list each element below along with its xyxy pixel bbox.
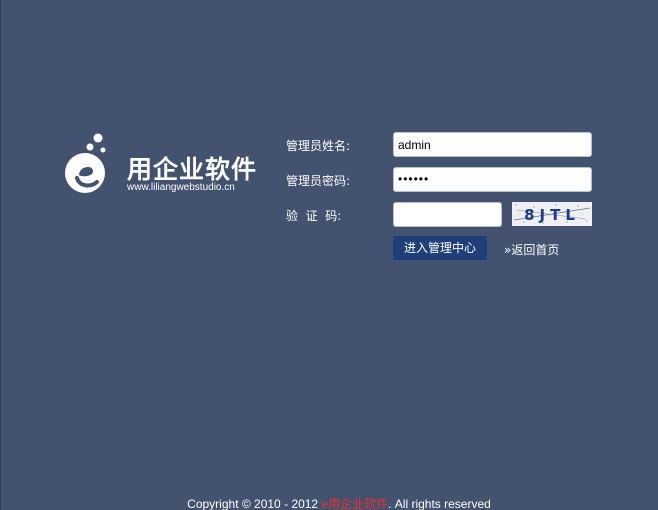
- captcha-input[interactable]: [393, 202, 502, 227]
- captcha-label: 验 证 码:: [286, 209, 342, 223]
- copyright-suffix: . All rights reserved: [388, 497, 491, 510]
- footer-brand-link[interactable]: e用企业软件: [321, 497, 388, 510]
- brand-url: www.liliangwebstudio.cn: [127, 182, 235, 193]
- password-input[interactable]: ••••••: [393, 167, 592, 192]
- window-edge: [0, 0, 1, 510]
- copyright-footer: Copyright © 2010 - 2012 e用企业软件. All righ…: [0, 495, 658, 510]
- brand-name: 用企业软件: [127, 155, 258, 184]
- copyright-prefix: Copyright © 2010 - 2012: [187, 497, 322, 510]
- brand-logo: 用企业软件 www.liliangwebstudio.cn: [64, 130, 264, 200]
- username-label: 管理员姓名:: [286, 139, 351, 153]
- login-page: 用企业软件 www.liliangwebstudio.cn 管理员姓名: 管理员…: [0, 0, 658, 510]
- username-input[interactable]: [393, 132, 592, 157]
- password-label: 管理员密码:: [286, 174, 351, 188]
- e-bubble-logo-icon: [65, 133, 106, 193]
- captcha-image[interactable]: 8JTL: [512, 202, 592, 226]
- captcha-graphic: 8JTL: [512, 202, 592, 226]
- back-home-link[interactable]: »返回首页: [504, 241, 559, 258]
- captcha-text: 8JTL: [524, 206, 580, 224]
- enter-admin-button[interactable]: 进入管理中心: [393, 236, 487, 260]
